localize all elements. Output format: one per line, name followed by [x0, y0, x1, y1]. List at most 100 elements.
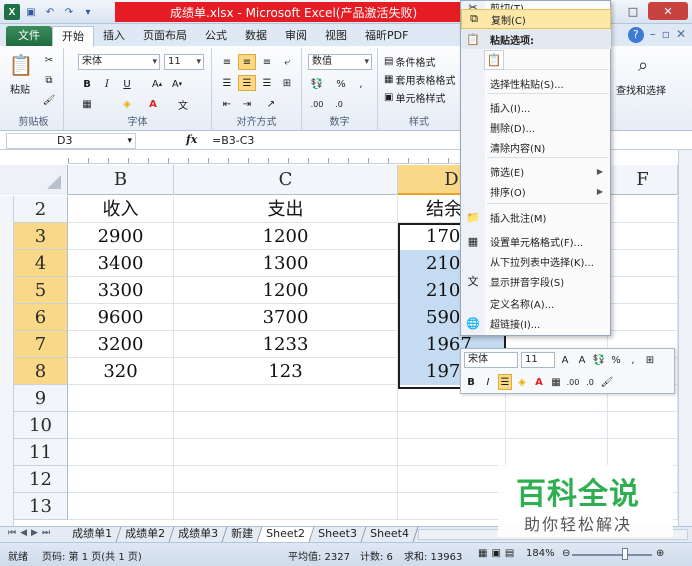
- context-menu-item[interactable]: 文显示拼音字段(S): [461, 271, 611, 291]
- cell-b[interactable]: 3400: [68, 250, 174, 277]
- context-menu-item[interactable]: ▦ 设置单元格格式(F)...: [461, 231, 611, 251]
- first-sheet-icon[interactable]: ⏮: [8, 528, 16, 538]
- context-menu-item[interactable]: 插入(I)...: [461, 97, 611, 117]
- sheet-tab[interactable]: 成绩单3: [169, 527, 228, 542]
- zoom-in-icon[interactable]: ⊕: [656, 548, 664, 559]
- tab-file[interactable]: 文件: [6, 26, 52, 46]
- cell-f[interactable]: [608, 439, 678, 466]
- context-menu-item[interactable]: 清除内容(N): [461, 137, 611, 157]
- binoculars-icon[interactable]: ⌕: [628, 52, 658, 78]
- cell-c[interactable]: [174, 385, 398, 412]
- tab-review[interactable]: 审阅: [276, 26, 316, 46]
- accounting-format-icon[interactable]: 💱: [308, 76, 326, 92]
- cell-e[interactable]: [506, 439, 608, 466]
- format-painter-icon[interactable]: 🖌: [40, 92, 58, 108]
- row-header[interactable]: 10: [14, 412, 68, 439]
- percent-style-icon[interactable]: %: [332, 76, 350, 92]
- sheet-tab[interactable]: Sheet3: [309, 527, 367, 542]
- tab-home[interactable]: 开始: [52, 26, 94, 46]
- customize-qat-icon[interactable]: ▾: [80, 4, 96, 20]
- cell-f[interactable]: [608, 277, 678, 304]
- cell-c[interactable]: 123: [174, 358, 398, 385]
- cell-f[interactable]: [608, 412, 678, 439]
- sheet-tab[interactable]: 成绩单2: [116, 527, 175, 542]
- underline-button[interactable]: U: [118, 76, 136, 92]
- context-menu-item[interactable]: 🌐 超链接(I)...: [461, 313, 611, 333]
- align-middle-icon[interactable]: ≡: [238, 54, 256, 70]
- zoom-out-icon[interactable]: ⊖: [562, 548, 570, 559]
- cell-f[interactable]: [608, 223, 678, 250]
- context-menu-item[interactable]: 选择性粘贴(S)...: [461, 73, 611, 93]
- last-sheet-icon[interactable]: ⏭: [42, 528, 50, 538]
- increase-decimal-icon[interactable]: .00: [308, 96, 326, 112]
- cell-c[interactable]: [174, 412, 398, 439]
- grow-font-icon[interactable]: A ▴: [148, 76, 166, 92]
- cell-c[interactable]: 3700: [174, 304, 398, 331]
- context-menu-item[interactable]: 📁 插入批注(M): [461, 207, 611, 227]
- help-icon[interactable]: ?: [627, 27, 644, 43]
- tab-foxit-pdf[interactable]: 福昕PDF: [356, 26, 417, 46]
- vertical-scrollbar[interactable]: [678, 150, 692, 526]
- zoom-level[interactable]: 184%: [526, 548, 555, 559]
- find-select-label[interactable]: 查找和选择: [616, 82, 666, 97]
- mini-italic-button[interactable]: I: [481, 374, 495, 390]
- mini-grow-font-icon[interactable]: A: [558, 352, 572, 368]
- align-right-icon[interactable]: ☰: [258, 75, 276, 91]
- align-top-icon[interactable]: ≡: [218, 54, 236, 70]
- ribbon-restore-icon[interactable]: ▫: [662, 27, 670, 43]
- wrap-text-icon[interactable]: ⤶: [278, 54, 296, 70]
- undo-icon[interactable]: ↶: [42, 4, 58, 20]
- mini-fill-color-icon[interactable]: ◈: [515, 374, 529, 390]
- cell-d[interactable]: [398, 439, 506, 466]
- cell-c[interactable]: [174, 466, 398, 493]
- cell-b[interactable]: 2900: [68, 223, 174, 250]
- mini-accounting-icon[interactable]: 💱: [592, 352, 606, 368]
- tab-data[interactable]: 数据: [236, 26, 276, 46]
- row-header[interactable]: 8: [14, 358, 68, 385]
- cell-b[interactable]: 3300: [68, 277, 174, 304]
- cell-d[interactable]: [398, 466, 506, 493]
- sheet-tab-active[interactable]: Sheet2: [257, 527, 315, 542]
- cell-b[interactable]: [68, 493, 174, 520]
- excel-logo-icon[interactable]: X: [4, 4, 20, 20]
- view-mode-icons[interactable]: ▦▣▤: [478, 548, 518, 559]
- comma-style-icon[interactable]: ,: [352, 76, 370, 92]
- row-header[interactable]: 12: [14, 466, 68, 493]
- cell-c[interactable]: 支出: [174, 196, 398, 223]
- mini-border-icon[interactable]: ▦: [549, 374, 563, 390]
- ribbon-close-icon[interactable]: ✕: [676, 27, 686, 43]
- cell-f[interactable]: [608, 196, 678, 223]
- italic-button[interactable]: I: [98, 76, 116, 92]
- align-center-icon[interactable]: ☰: [238, 75, 256, 91]
- align-left-icon[interactable]: ☰: [218, 75, 236, 91]
- row-header[interactable]: 11: [14, 439, 68, 466]
- cell-b[interactable]: 320: [68, 358, 174, 385]
- select-all-button[interactable]: [0, 165, 68, 195]
- cell-b[interactable]: [68, 466, 174, 493]
- shrink-font-icon[interactable]: A ▾: [168, 76, 186, 92]
- cell-e[interactable]: [506, 412, 608, 439]
- orientation-icon[interactable]: ↗: [262, 96, 280, 112]
- font-color-icon[interactable]: A: [144, 96, 162, 112]
- ribbon-minimize-icon[interactable]: –: [650, 27, 656, 43]
- bold-button[interactable]: B: [78, 76, 96, 92]
- save-icon[interactable]: ▣: [23, 4, 39, 20]
- tab-formulas[interactable]: 公式: [196, 26, 236, 46]
- cell-b[interactable]: 收入: [68, 196, 174, 223]
- zoom-slider-thumb[interactable]: [622, 548, 628, 560]
- row-header[interactable]: 5: [14, 277, 68, 304]
- context-menu-item[interactable]: ⧉ 复制(C): [461, 9, 611, 29]
- column-header-c[interactable]: C: [174, 165, 398, 195]
- context-menu-item[interactable]: 定义名称(A)...: [461, 293, 611, 313]
- context-menu-item[interactable]: 删除(D)...: [461, 117, 611, 137]
- font-name-combo[interactable]: 宋体: [78, 54, 160, 70]
- next-sheet-icon[interactable]: ▶: [31, 528, 38, 538]
- number-format-combo[interactable]: 数值: [308, 54, 372, 70]
- format-as-table-button[interactable]: ▦ 套用表格格式: [384, 72, 455, 87]
- cell-c[interactable]: [174, 493, 398, 520]
- row-header[interactable]: 3: [14, 223, 68, 250]
- row-header[interactable]: 6: [14, 304, 68, 331]
- cell-b[interactable]: [68, 439, 174, 466]
- mini-decrease-decimal-icon[interactable]: .0: [583, 374, 597, 390]
- row-header[interactable]: 2: [14, 196, 68, 223]
